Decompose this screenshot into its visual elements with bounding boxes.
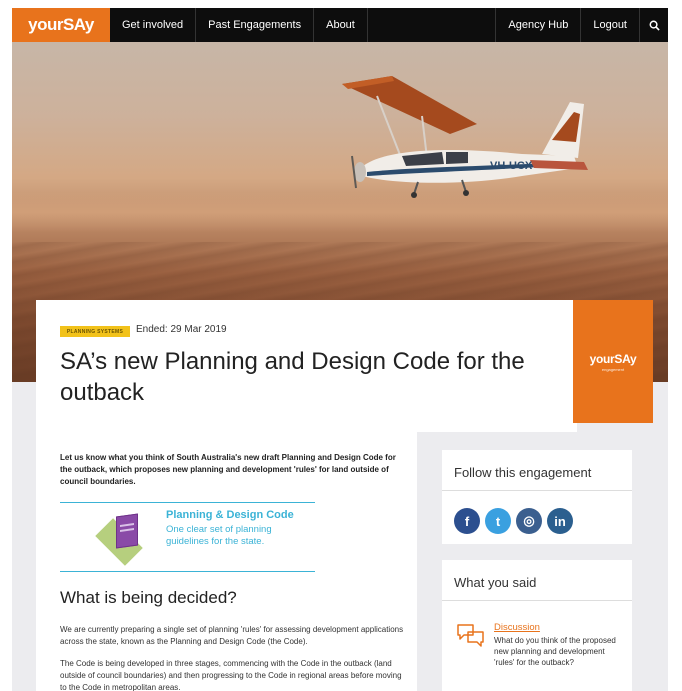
brand-panel: yourSAy engagement xyxy=(573,300,653,423)
main-content: Let us know what you think of South Aust… xyxy=(36,432,417,691)
engagement-header-card: PLANNING SYSTEMS Ended: 29 Mar 2019 SA’s… xyxy=(36,300,577,432)
planning-code-graphic: Planning & Design Code One clear set of … xyxy=(60,502,315,572)
nav-spacer xyxy=(368,8,497,42)
graphic-description: One clear set of planning guidelines for… xyxy=(166,524,272,547)
paragraph: The Code is being developed in three sta… xyxy=(60,659,402,691)
nav-get-involved[interactable]: Get involved xyxy=(110,8,197,42)
paragraph: We are currently preparing a single set … xyxy=(60,625,404,646)
site-logo[interactable]: yourSAy xyxy=(12,8,110,42)
linkedin-icon[interactable]: in xyxy=(547,508,573,534)
instagram-icon[interactable]: ◎ xyxy=(516,508,542,534)
intro-text: Let us know what you think of South Aust… xyxy=(60,453,396,486)
twitter-icon[interactable]: t xyxy=(485,508,511,534)
what-you-said-title: What you said xyxy=(454,575,537,590)
nav-logout[interactable]: Logout xyxy=(581,8,640,42)
aircraft-image: VH-UCX xyxy=(342,76,588,198)
search-button[interactable] xyxy=(640,8,668,42)
facebook-icon[interactable]: f xyxy=(454,508,480,534)
page-title: SA’s new Planning and Design Code for th… xyxy=(60,348,525,406)
follow-title: Follow this engagement xyxy=(454,465,592,480)
brand-logo: yourSAy xyxy=(589,351,637,366)
top-navigation: yourSAy Get involved Past Engagements Ab… xyxy=(12,8,668,42)
social-buttons: f t ◎ in xyxy=(454,508,573,534)
discussion-icon xyxy=(457,624,484,647)
divider xyxy=(442,490,632,491)
plane-registration: VH-UCX xyxy=(490,160,533,172)
category-badge: PLANNING SYSTEMS xyxy=(60,326,130,337)
nav-past-engagements[interactable]: Past Engagements xyxy=(196,8,315,42)
search-icon xyxy=(649,20,660,31)
nav-about[interactable]: About xyxy=(314,8,368,42)
what-you-said-panel: What you said Discussion What do you thi… xyxy=(442,560,632,691)
divider xyxy=(442,600,632,601)
section-heading: What is being decided? xyxy=(60,588,237,607)
page-frame: yourSAy Get involved Past Engagements Ab… xyxy=(12,8,668,691)
graphic-title: Planning & Design Code xyxy=(166,509,294,521)
discussion-question: What do you think of the proposed new pl… xyxy=(494,636,616,667)
follow-panel: Follow this engagement f t ◎ in xyxy=(442,450,632,544)
brand-subtitle: engagement xyxy=(601,366,625,372)
nav-agency-hub[interactable]: Agency Hub xyxy=(496,8,582,42)
book-icon xyxy=(116,513,138,549)
discussion-link[interactable]: Discussion xyxy=(494,622,540,633)
ended-date: Ended: 29 Mar 2019 xyxy=(136,324,227,335)
